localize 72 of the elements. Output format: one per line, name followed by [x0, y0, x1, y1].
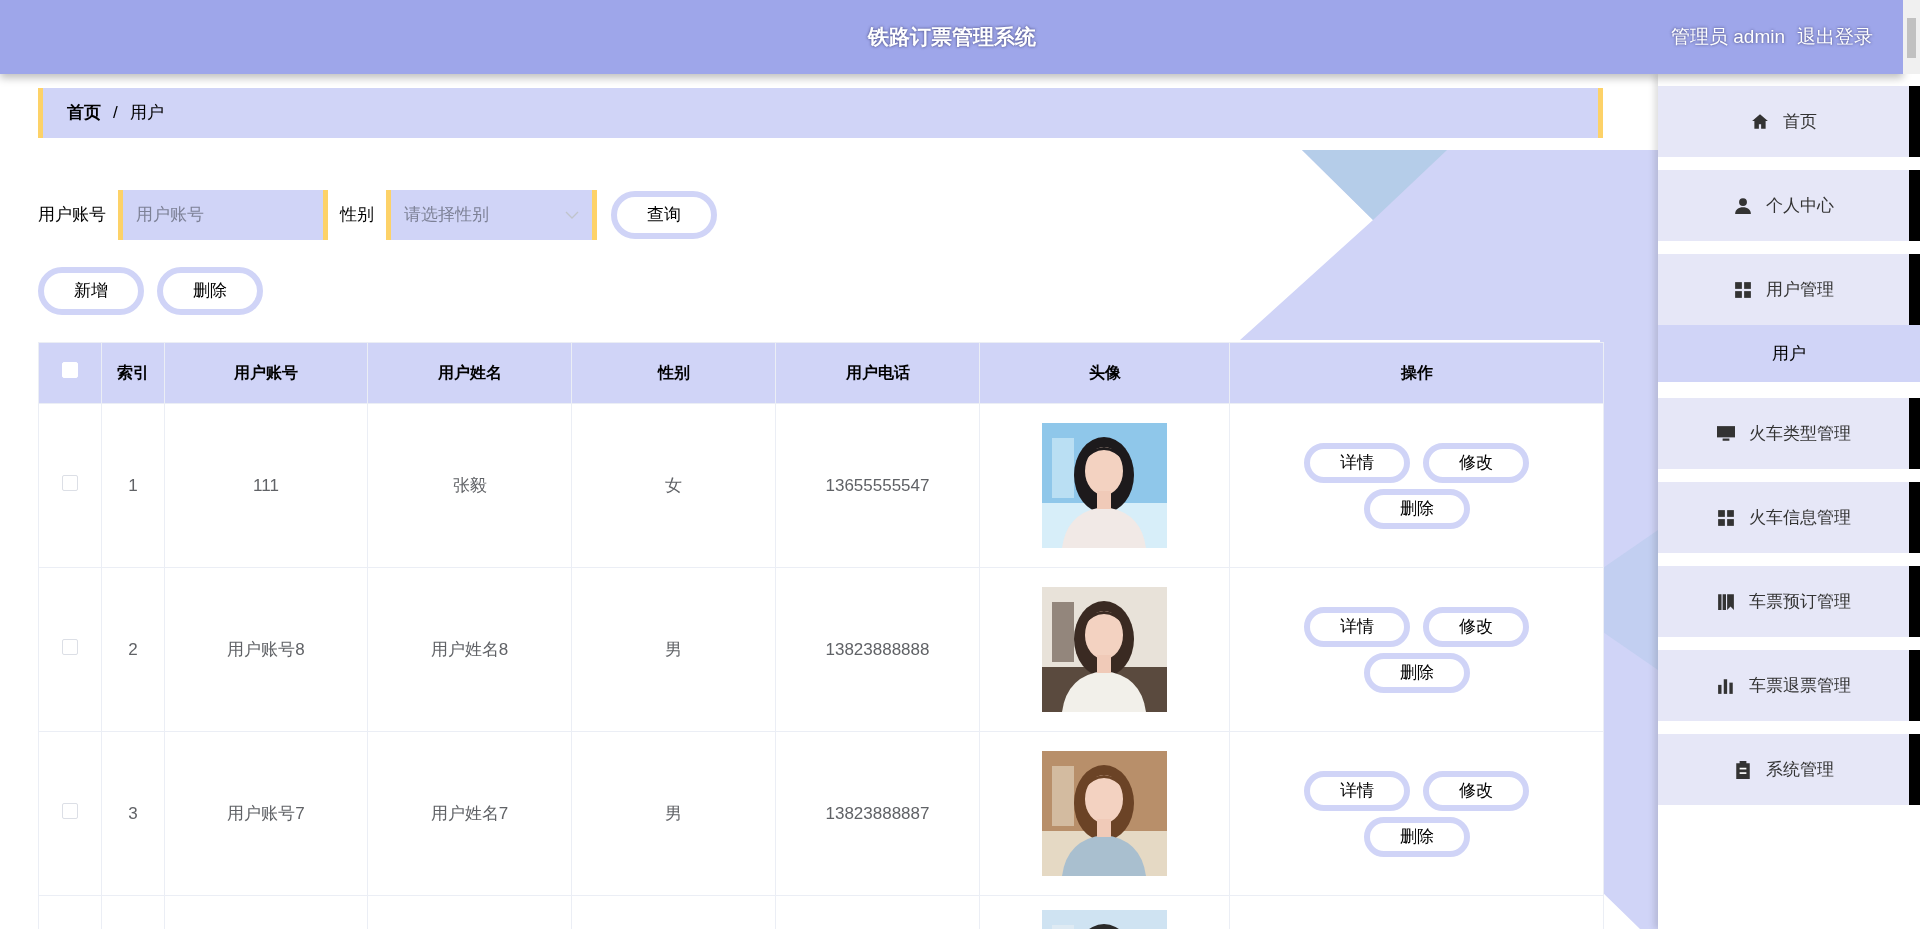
sidebar-item-marker [1909, 398, 1920, 469]
sidebar-item-marker [1909, 566, 1920, 637]
table-cell: 2 [128, 639, 138, 659]
sidebar-item[interactable]: 系统管理 [1658, 734, 1909, 805]
sidebar-item-marker [1909, 254, 1920, 325]
table-cell: 男 [665, 639, 682, 659]
table-cell: 1 [128, 475, 138, 495]
grid-icon [1716, 508, 1735, 527]
sidebar-item-marker [1909, 170, 1920, 241]
sidebar-item[interactable]: 用户管理 [1658, 254, 1909, 325]
table-cell: 13655555547 [825, 475, 930, 495]
table-cell: 13823888887 [825, 803, 930, 823]
column-header: 性别 [657, 364, 690, 381]
delete-button[interactable]: 删除 [1363, 488, 1470, 529]
checkbox[interactable] [62, 638, 78, 655]
sidebar-item[interactable]: 车票预订管理 [1658, 566, 1909, 637]
monitor-icon [1716, 424, 1735, 443]
sidebar-subitem[interactable]: 用户 [1658, 325, 1920, 382]
sidebar-item[interactable]: 火车类型管理 [1658, 398, 1909, 469]
table-cell: 男 [665, 803, 682, 823]
table-cell: 用户账号8 [227, 639, 305, 659]
table-cell: 用户姓名8 [430, 639, 509, 659]
account-input-field[interactable]: 用户账号 [118, 190, 328, 240]
delete-button[interactable]: 删除 [1363, 816, 1470, 857]
table-cell: 111 [253, 475, 279, 495]
home-icon [1750, 112, 1769, 131]
table-cell: 张毅 [452, 475, 487, 495]
breadcrumb-current: 用户 [129, 102, 164, 125]
breadcrumb-separator: / [113, 102, 118, 125]
table-cell: 3 [128, 803, 138, 823]
column-header: 头像 [1088, 364, 1121, 381]
delete-button[interactable]: 删除 [157, 267, 263, 315]
edit-button[interactable]: 修改 [1423, 606, 1529, 647]
table-cell: 用户账号7 [227, 803, 305, 823]
sidebar-item[interactable]: 车票退票管理 [1658, 650, 1909, 721]
edit-button[interactable]: 修改 [1423, 770, 1529, 811]
table-cell: 13823888888 [825, 639, 930, 659]
checkbox[interactable] [62, 474, 78, 491]
sidebar-item-marker [1909, 650, 1920, 721]
app-title: 铁路订票管理系统 [867, 24, 1036, 51]
checkbox[interactable] [62, 802, 78, 819]
chevron-down-icon [565, 211, 579, 219]
column-header: 用户电话 [845, 364, 910, 381]
details-button[interactable]: 详情 [1304, 606, 1410, 647]
person-icon [1733, 196, 1752, 215]
field-label: 用户账号 [38, 204, 106, 227]
column-header: 操作 [1400, 364, 1433, 381]
sidebar-item-marker [1909, 734, 1920, 805]
table-cell: 用户姓名7 [430, 803, 509, 823]
scrollbar[interactable] [1903, 0, 1920, 74]
details-button[interactable]: 详情 [1304, 770, 1410, 811]
sidebar-item[interactable]: 火车信息管理 [1658, 482, 1909, 553]
book-icon [1716, 592, 1735, 611]
field-label: 性别 [340, 204, 374, 227]
sidebar-item[interactable]: 首页 [1658, 86, 1909, 157]
grid-icon [1733, 280, 1752, 299]
column-header: 用户姓名 [437, 364, 502, 381]
column-header: 索引 [117, 364, 149, 381]
sidebar-item-marker [1909, 86, 1920, 157]
delete-button[interactable]: 删除 [1363, 652, 1470, 693]
bar-chart-icon [1716, 676, 1735, 695]
clipboard-icon [1733, 760, 1752, 779]
edit-button[interactable]: 修改 [1423, 442, 1529, 483]
user-label: 管理员 admin [1670, 24, 1785, 49]
column-header: 用户账号 [234, 364, 298, 381]
search-button[interactable]: 查询 [611, 191, 717, 239]
details-button[interactable]: 详情 [1304, 442, 1410, 483]
sidebar-item[interactable]: 个人中心 [1658, 170, 1909, 241]
table-cell: 女 [665, 475, 682, 495]
sidebar-item-marker [1909, 482, 1920, 553]
add-button[interactable]: 新增 [38, 267, 144, 315]
breadcrumb-home-link[interactable]: 首页 [67, 100, 101, 126]
